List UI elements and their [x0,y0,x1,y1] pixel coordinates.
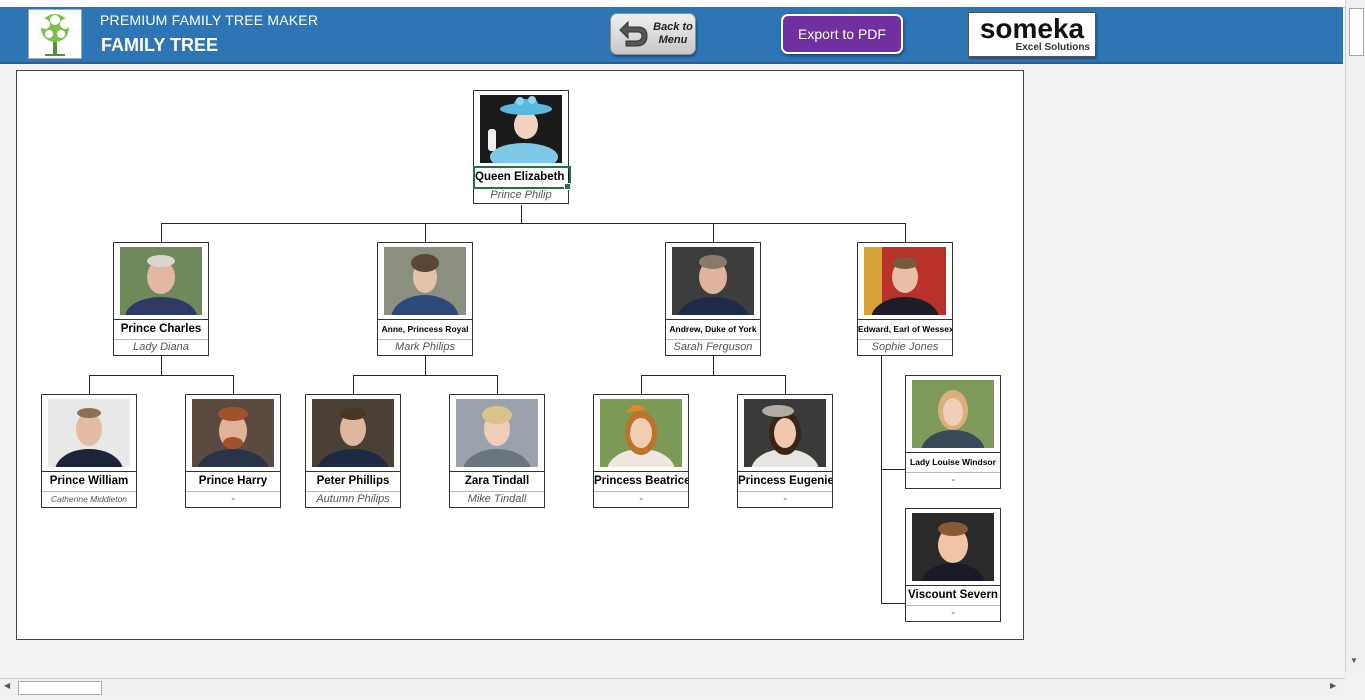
app-title: PREMIUM FAMILY TREE MAKER [100,12,319,28]
spouse-name: Mike Tindall [467,493,527,505]
spouse-name: - [951,474,955,486]
connector-line [425,356,426,375]
connector-line [521,205,522,223]
person-card-grandchild[interactable]: Lady Louise Windsor - [905,375,1001,489]
horizontal-scrollbar[interactable]: ◀ ▶ [0,678,1345,695]
person-card-grandchild[interactable]: Princess Beatrice - [593,394,689,508]
person-name[interactable]: Princess Eugenie [738,471,832,492]
connector-line [713,223,714,242]
person-photo [744,399,826,467]
horizontal-scroll-thumb[interactable] [18,681,102,695]
connector-line [89,375,234,376]
person-photo [480,95,562,163]
scroll-down-arrow-icon[interactable]: ▼ [1350,656,1358,665]
person-photo [120,247,202,315]
person-photo [48,399,130,467]
person-photo [912,380,994,448]
person-card-grandchild[interactable]: Princess Eugenie - [737,394,833,508]
person-photo [384,247,466,315]
person-name[interactable]: Queen Elizabeth II [473,166,571,189]
export-to-pdf-button[interactable]: Export to PDF [781,14,903,54]
connector-line [353,375,354,394]
back-button-label: Back to Menu [653,21,693,46]
spouse-name: - [783,493,787,505]
person-name[interactable]: Viscount Severn [906,585,1000,606]
person-photo [456,399,538,467]
person-photo [912,513,994,581]
person-card-child[interactable]: Andrew, Duke of York Sarah Ferguson [665,242,761,356]
spouse-name: Prince Philip [490,189,552,201]
brand-tagline: Excel Solutions [1015,42,1090,53]
person-name[interactable]: Prince William [42,471,136,492]
person-photo [600,399,682,467]
connector-line [785,375,786,394]
someka-logo: someka Excel Solutions [968,12,1096,57]
family-tree-canvas: Queen Elizabeth II Prince Philip Prince … [16,70,1024,640]
spouse-name: Sarah Ferguson [673,341,753,353]
spouse-name: - [639,493,643,505]
person-name[interactable]: Princess Beatrice [594,471,688,492]
header-bar: PREMIUM FAMILY TREE MAKER FAMILY TREE Ba… [0,7,1343,64]
connector-line [497,375,498,394]
back-arrow-icon [619,20,648,47]
connector-line [353,375,498,376]
connector-line [233,375,234,394]
person-name[interactable]: Anne, Princess Royal [378,319,472,340]
person-card-root[interactable]: Queen Elizabeth II Prince Philip [473,90,571,204]
connector-line [905,223,906,242]
vertical-scroll-thumb[interactable] [1349,8,1364,56]
tree-logo-icon [28,9,82,59]
spouse-name: Catherine Middleton [50,494,128,504]
person-name[interactable]: Zara Tindall [450,471,544,492]
page-title: FAMILY TREE [101,35,219,55]
person-card-child[interactable]: Anne, Princess Royal Mark Philips [377,242,473,356]
connector-line [161,223,906,224]
person-card-grandchild[interactable]: Zara Tindall Mike Tindall [449,394,545,508]
scroll-right-arrow-icon[interactable]: ▶ [1330,681,1336,690]
person-photo [672,247,754,315]
person-photo [312,399,394,467]
person-card-child[interactable]: Prince Charles Lady Diana [113,242,209,356]
connector-line [161,223,162,242]
connector-line [425,223,426,242]
connector-line [881,469,905,470]
person-name[interactable]: Prince Harry [186,471,280,492]
person-card-child[interactable]: Edward, Earl of Wessex Sophie Jones [857,242,953,356]
connector-line [161,356,162,375]
connector-line [713,356,714,375]
connector-line [641,375,786,376]
person-card-grandchild[interactable]: Prince William Catherine Middleton [41,394,137,508]
scroll-left-arrow-icon[interactable]: ◀ [4,681,10,690]
connector-line [881,356,882,604]
person-name[interactable]: Andrew, Duke of York [666,319,760,340]
spouse-name: - [951,607,955,619]
person-name[interactable]: Edward, Earl of Wessex [858,319,952,340]
connector-line [641,375,642,394]
person-photo [864,247,946,315]
spouse-name: Mark Philips [395,341,455,353]
spouse-name: - [231,493,235,505]
person-photo [192,399,274,467]
person-card-grandchild[interactable]: Peter Phillips Autumn Philips [305,394,401,508]
person-name[interactable]: Peter Phillips [306,471,400,492]
spouse-name: Autumn Philips [316,493,390,505]
brand-name: someka [979,13,1085,44]
person-card-grandchild[interactable]: Viscount Severn - [905,508,1001,622]
back-to-menu-button[interactable]: Back to Menu [610,13,696,55]
spouse-name: Lady Diana [133,341,189,353]
vertical-scrollbar[interactable]: ▼ [1345,0,1365,672]
person-name[interactable]: Prince Charles [114,319,208,340]
connector-line [881,603,905,604]
spouse-name: Sophie Jones [871,341,939,353]
person-card-grandchild[interactable]: Prince Harry - [185,394,281,508]
connector-line [89,375,90,394]
person-name[interactable]: Lady Louise Windsor [906,452,1000,473]
